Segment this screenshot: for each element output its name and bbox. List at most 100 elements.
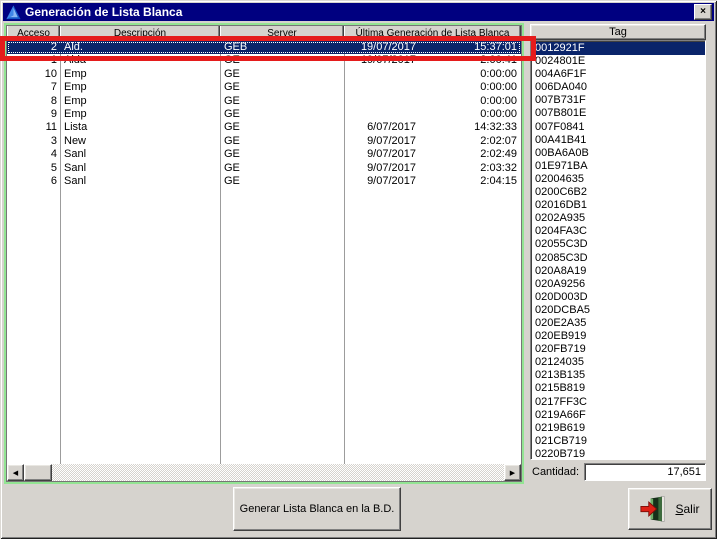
cell-ultima-generacion: 9/07/2017 2:02:49 <box>344 148 521 161</box>
column-header-server[interactable]: Server <box>220 26 344 41</box>
tag-list-item[interactable]: 0024801E <box>531 55 705 68</box>
tag-list-item[interactable]: 0220B719 <box>531 448 705 460</box>
cell-hora: 14:32:33 <box>416 121 521 134</box>
cell-ultima-generacion: 0:00:00 <box>344 108 521 121</box>
salir-button[interactable]: Salir <box>628 488 712 530</box>
column-header-ultima-generacion[interactable]: Última Generación de Lista Blanca <box>344 26 521 41</box>
cell-acceso: 6 <box>7 175 60 188</box>
table-row[interactable]: 8 Emp GE 0:00:00 <box>7 95 521 108</box>
cell-server: GE <box>220 135 344 148</box>
table-row[interactable]: 3 New GE 9/07/2017 2:02:07 <box>7 135 521 148</box>
cell-fecha: 9/07/2017 <box>344 175 416 188</box>
salir-label: Salir <box>675 502 699 516</box>
cell-descripcion: Sanl <box>60 175 220 188</box>
cell-hora: 0:00:00 <box>416 81 521 94</box>
horizontal-scrollbar[interactable]: ◀ ▶ <box>7 464 521 481</box>
cell-server: GE <box>220 54 344 67</box>
title-bar: Generación de Lista Blanca × <box>3 3 714 21</box>
tag-list-item[interactable]: 0217FF3C <box>531 396 705 409</box>
tag-list-item[interactable]: 020FB719 <box>531 343 705 356</box>
tag-list-item[interactable]: 0213B135 <box>531 369 705 382</box>
cell-descripcion: Sanl <box>60 162 220 175</box>
table-row[interactable]: 11 Lista GE 6/07/2017 14:32:33 <box>7 121 521 134</box>
tag-list-item[interactable]: 0219B619 <box>531 422 705 435</box>
table-row[interactable]: 9 Emp GE 0:00:00 <box>7 108 521 121</box>
cell-acceso: 5 <box>7 162 60 175</box>
tag-list-item[interactable]: 021CB719 <box>531 435 705 448</box>
tag-list-item[interactable]: 02124035 <box>531 356 705 369</box>
cell-acceso: 9 <box>7 108 60 121</box>
cell-fecha: 9/07/2017 <box>344 148 416 161</box>
tag-list-item[interactable]: 007B801E <box>531 107 705 120</box>
window-title: Generación de Lista Blanca <box>25 5 182 19</box>
scroll-right-button[interactable]: ▶ <box>504 464 521 481</box>
cell-hora: 2:00:41 <box>416 54 521 67</box>
tag-list-item[interactable]: 02055C3D <box>531 238 705 251</box>
cell-fecha <box>344 81 416 94</box>
cell-descripcion: New <box>60 135 220 148</box>
grid-rows: 2 Ald. GEB 19/07/2017 15:37:01 1 Alda GE… <box>7 41 521 188</box>
cantidad-field[interactable]: 17,651 <box>584 463 706 481</box>
cell-server: GE <box>220 175 344 188</box>
table-row[interactable]: 6 Sanl GE 9/07/2017 2:04:15 <box>7 175 521 188</box>
tag-list-item[interactable]: 006DA040 <box>531 81 705 94</box>
cell-ultima-generacion: 9/07/2017 2:04:15 <box>344 175 521 188</box>
generar-lista-blanca-button[interactable]: Generar Lista Blanca en la B.D. <box>233 487 401 531</box>
tag-list[interactable]: 0012921F0024801E004A6F1F006DA040007B731F… <box>530 40 706 460</box>
cell-hora: 2:03:32 <box>416 162 521 175</box>
table-row[interactable]: 4 Sanl GE 9/07/2017 2:02:49 <box>7 148 521 161</box>
tag-list-item[interactable]: 0202A935 <box>531 212 705 225</box>
tag-list-item[interactable]: 02016DB1 <box>531 199 705 212</box>
table-row[interactable]: 1 Alda GE 19/07/2017 2:00:41 <box>7 54 521 67</box>
cell-ultima-generacion: 9/07/2017 2:02:07 <box>344 135 521 148</box>
tag-list-item[interactable]: 020A8A19 <box>531 265 705 278</box>
cell-fecha <box>344 68 416 81</box>
tag-list-item[interactable]: 0200C6B2 <box>531 186 705 199</box>
cell-hora: 2:02:49 <box>416 148 521 161</box>
tag-list-item[interactable]: 0219A66F <box>531 409 705 422</box>
tag-column-header[interactable]: Tag <box>530 24 706 40</box>
cell-server: GE <box>220 162 344 175</box>
cell-server: GE <box>220 108 344 121</box>
tag-list-item[interactable]: 020D003D <box>531 291 705 304</box>
cell-server: GE <box>220 121 344 134</box>
tag-list-item[interactable]: 0215B819 <box>531 382 705 395</box>
tag-list-item[interactable]: 020DCBA5 <box>531 304 705 317</box>
tag-list-item[interactable]: 020EB919 <box>531 330 705 343</box>
cell-server: GE <box>220 148 344 161</box>
table-row[interactable]: 10 Emp GE 0:00:00 <box>7 68 521 81</box>
tag-list-item[interactable]: 00A41B41 <box>531 134 705 147</box>
table-row[interactable]: 2 Ald. GEB 19/07/2017 15:37:01 <box>7 41 521 54</box>
tag-list-item[interactable]: 01E971BA <box>531 160 705 173</box>
column-header-descripcion[interactable]: Descripción <box>60 26 220 41</box>
tag-list-item[interactable]: 007F0841 <box>531 121 705 134</box>
table-row[interactable]: 5 Sanl GE 9/07/2017 2:03:32 <box>7 162 521 175</box>
table-row[interactable]: 7 Emp GE 0:00:00 <box>7 81 521 94</box>
cell-descripcion: Emp <box>60 68 220 81</box>
cell-ultima-generacion: 9/07/2017 2:03:32 <box>344 162 521 175</box>
cell-acceso: 10 <box>7 68 60 81</box>
tag-list-item[interactable]: 004A6F1F <box>531 68 705 81</box>
cell-acceso: 7 <box>7 81 60 94</box>
tag-list-item[interactable]: 0012921F <box>531 42 705 55</box>
cell-fecha <box>344 108 416 121</box>
tag-list-item[interactable]: 02085C3D <box>531 252 705 265</box>
tag-list-item[interactable]: 007B731F <box>531 94 705 107</box>
generacion-lista-blanca-dialog: Generación de Lista Blanca × Acceso Desc… <box>0 0 717 539</box>
tag-list-item[interactable]: 020A9256 <box>531 278 705 291</box>
tag-list-item[interactable]: 0204FA3C <box>531 225 705 238</box>
scrollbar-thumb[interactable] <box>24 464 52 481</box>
scroll-left-button[interactable]: ◀ <box>7 464 24 481</box>
column-header-acceso[interactable]: Acceso <box>7 26 60 41</box>
tag-list-item[interactable]: 020E2A35 <box>531 317 705 330</box>
cell-fecha <box>344 95 416 108</box>
cell-ultima-generacion: 19/07/2017 15:37:01 <box>344 41 521 54</box>
close-button[interactable]: × <box>694 4 712 20</box>
app-logo-icon <box>6 5 21 20</box>
cell-hora: 2:04:15 <box>416 175 521 188</box>
cell-ultima-generacion: 6/07/2017 14:32:33 <box>344 121 521 134</box>
tag-list-item[interactable]: 02004635 <box>531 173 705 186</box>
scrollbar-track[interactable] <box>52 464 504 481</box>
tag-list-item[interactable]: 00BA6A0B <box>531 147 705 160</box>
cell-server: GEB <box>220 41 344 54</box>
